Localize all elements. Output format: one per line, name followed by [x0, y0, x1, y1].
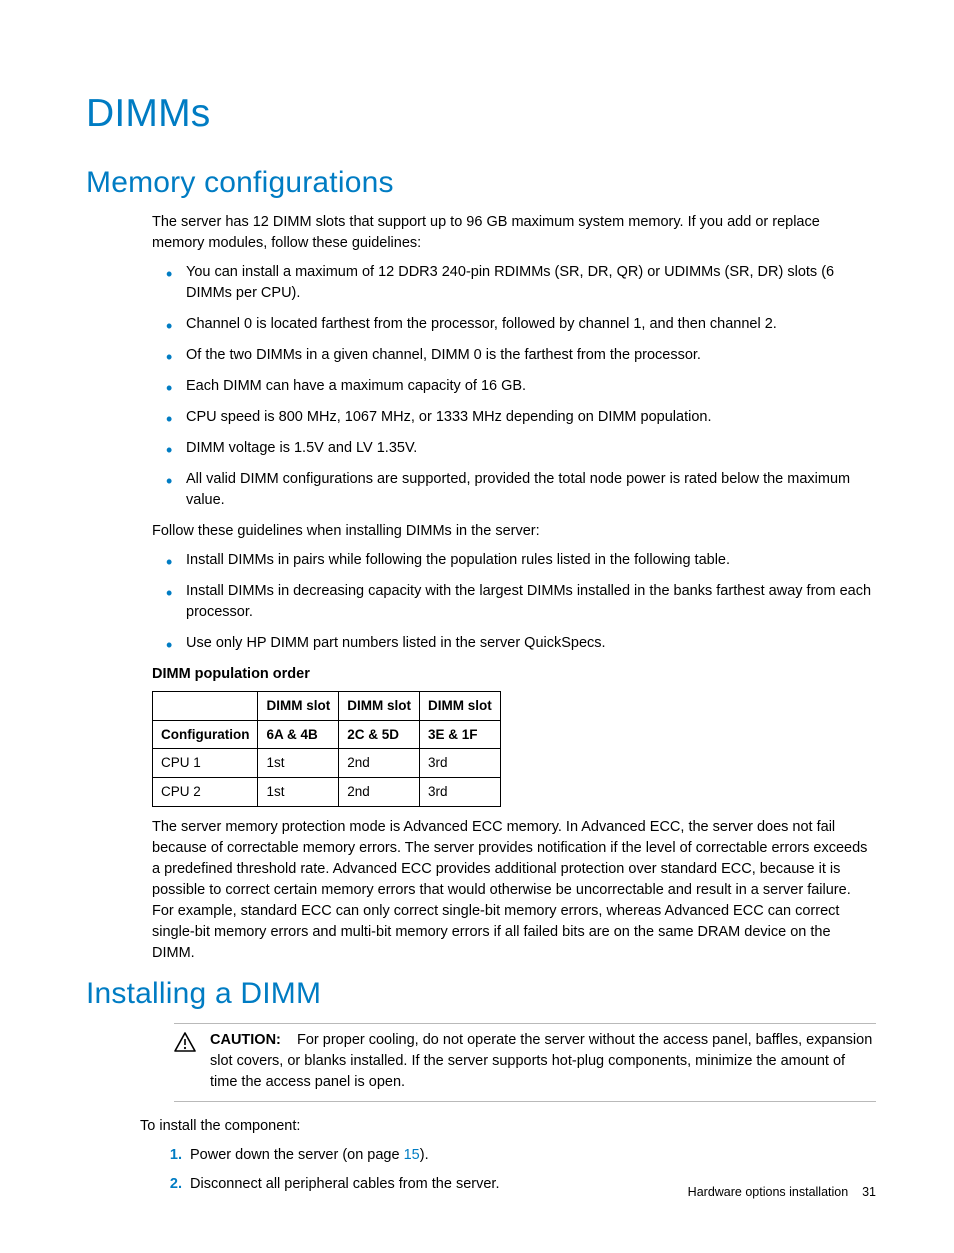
th: Configuration [153, 720, 258, 749]
td: CPU 2 [153, 778, 258, 807]
caution-block: CAUTION: For proper cooling, do not oper… [174, 1024, 876, 1102]
th: 6A & 4B [258, 720, 339, 749]
list-item: You can install a maximum of 12 DDR3 240… [184, 262, 876, 304]
list-item: Of the two DIMMs in a given channel, DIM… [184, 345, 876, 366]
footer-page-number: 31 [862, 1185, 876, 1199]
list-item: All valid DIMM configurations are suppor… [184, 469, 876, 511]
th: DIMM slot [339, 692, 420, 721]
td: 1st [258, 778, 339, 807]
install-steps-intro: To install the component: [140, 1116, 876, 1137]
list-item: Install DIMMs in pairs while following t… [184, 550, 876, 571]
table-row: CPU 2 1st 2nd 3rd [153, 778, 501, 807]
page-footer: Hardware options installation 31 [688, 1183, 876, 1201]
list-item: Channel 0 is located farthest from the p… [184, 314, 876, 335]
list-item: Use only HP DIMM part numbers listed in … [184, 633, 876, 654]
table-title: DIMM population order [152, 664, 876, 685]
section-heading-installing-dimm: Installing a DIMM [86, 972, 876, 1016]
footer-section: Hardware options installation [688, 1185, 849, 1199]
list-item: Each DIMM can have a maximum capacity of… [184, 376, 876, 397]
ecc-paragraph: The server memory protection mode is Adv… [152, 817, 876, 964]
td: 3rd [419, 749, 500, 778]
td: 2nd [339, 778, 420, 807]
install-guidelines-list: Install DIMMs in pairs while following t… [152, 550, 876, 654]
table-row: CPU 1 1st 2nd 3rd [153, 749, 501, 778]
td: 1st [258, 749, 339, 778]
td: CPU 1 [153, 749, 258, 778]
list-item: Install DIMMs in decreasing capacity wit… [184, 581, 876, 623]
section-heading-memory-config: Memory configurations [86, 161, 876, 205]
list-item: Power down the server (on page 15). [186, 1145, 876, 1166]
guidelines-list: You can install a maximum of 12 DDR3 240… [152, 262, 876, 511]
caution-icon [174, 1032, 196, 1059]
th [153, 692, 258, 721]
install-intro: Follow these guidelines when installing … [152, 521, 876, 542]
th: DIMM slot [258, 692, 339, 721]
page-link-15[interactable]: 15 [404, 1147, 420, 1163]
list-item: CPU speed is 800 MHz, 1067 MHz, or 1333 … [184, 407, 876, 428]
th: 3E & 1F [419, 720, 500, 749]
th: 2C & 5D [339, 720, 420, 749]
list-item: DIMM voltage is 1.5V and LV 1.35V. [184, 438, 876, 459]
caution-label: CAUTION: [210, 1032, 281, 1048]
th: DIMM slot [419, 692, 500, 721]
td: 3rd [419, 778, 500, 807]
step-text-post: ). [420, 1147, 429, 1163]
page-title: DIMMs [86, 86, 876, 143]
caution-text: For proper cooling, do not operate the s… [210, 1032, 872, 1090]
intro-paragraph: The server has 12 DIMM slots that suppor… [152, 212, 876, 254]
dimm-population-table: DIMM slot DIMM slot DIMM slot Configurat… [152, 691, 501, 806]
td: 2nd [339, 749, 420, 778]
step-text-pre: Power down the server (on page [190, 1147, 404, 1163]
